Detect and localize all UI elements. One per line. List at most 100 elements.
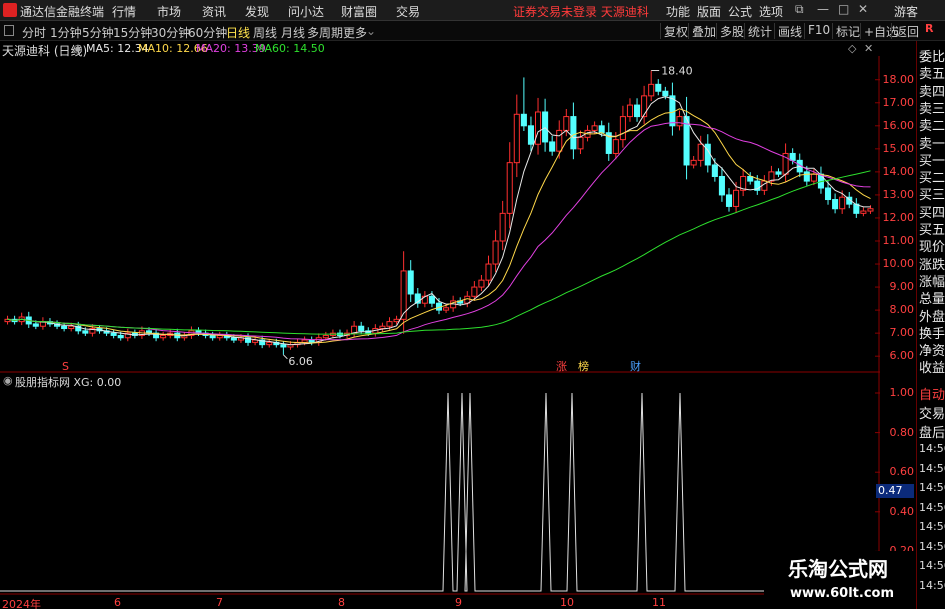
candle-body bbox=[563, 116, 570, 131]
price-tick-label: 10.00 bbox=[882, 257, 915, 271]
quote-label: 卖一 bbox=[919, 136, 945, 152]
quote-label: 涨幅 bbox=[919, 274, 945, 290]
period-more[interactable]: 更多 bbox=[343, 24, 367, 41]
tool-diejia[interactable]: 叠加 bbox=[688, 23, 716, 39]
indicator-settings-icon[interactable]: ◉ bbox=[3, 374, 13, 387]
tool-fanhui[interactable]: 返回 bbox=[891, 23, 919, 39]
trade-tab-label[interactable]: 盘后 bbox=[919, 422, 945, 441]
tool-biaoji[interactable]: 标记 bbox=[832, 23, 860, 39]
quote-label: 现价 bbox=[919, 240, 945, 256]
candle-body bbox=[478, 279, 485, 288]
price-tick-label: 9.00 bbox=[889, 280, 915, 294]
r-badge[interactable]: R bbox=[925, 22, 933, 35]
period-60min[interactable]: 60分钟 bbox=[188, 24, 227, 41]
candle-body bbox=[648, 83, 655, 97]
candle-body bbox=[556, 129, 563, 152]
restore-icon[interactable]: ⧉ bbox=[795, 2, 804, 17]
period-15min[interactable]: 15分钟 bbox=[113, 24, 152, 41]
candle-body bbox=[534, 111, 542, 145]
period-multi[interactable]: 多周期 bbox=[307, 24, 343, 41]
menu-xuanxiang[interactable]: 选项 bbox=[759, 3, 783, 20]
app-name: 通达信金融终端 bbox=[20, 5, 105, 19]
menu-caifuquan[interactable]: 财富圈 bbox=[341, 3, 377, 20]
indicator-tick-label: 1.00 bbox=[889, 386, 915, 399]
candle-body bbox=[216, 334, 223, 339]
candle-body bbox=[301, 339, 308, 343]
menu-hangqing[interactable]: 行情 bbox=[112, 3, 136, 20]
menu-wenxiaoda[interactable]: 问小达 bbox=[288, 3, 324, 20]
candlestick-chart[interactable]: 18.40 6.06 S 涨榜 财 bbox=[0, 56, 880, 373]
candle-body bbox=[513, 113, 520, 164]
quote-label: 总量 bbox=[919, 292, 945, 308]
candle-body bbox=[280, 344, 287, 348]
menu-shichang[interactable]: 市场 bbox=[157, 3, 181, 20]
low-marker-label: 6.06 bbox=[288, 355, 313, 368]
quote-label: 收益 bbox=[919, 361, 945, 377]
candle-body bbox=[485, 263, 492, 281]
settings-circle-icon[interactable]: ◉ bbox=[73, 42, 83, 55]
minimize-icon[interactable]: — bbox=[817, 2, 829, 16]
candle-body bbox=[160, 334, 167, 339]
candle-body bbox=[725, 194, 733, 207]
quote-label: 外盘 bbox=[919, 309, 945, 325]
period-1min[interactable]: 1分钟 bbox=[50, 24, 82, 41]
title-bar: 通达信金融终端 行情 市场 资讯 发现 问小达 财富圈 交易 证券交易未登录 天… bbox=[0, 0, 945, 21]
indicator-tick-label: 0.40 bbox=[889, 504, 915, 518]
candle-body bbox=[110, 332, 117, 336]
quote-label: 卖三 bbox=[919, 101, 945, 117]
tool-tongji[interactable]: 统计 bbox=[744, 23, 772, 39]
trade-time: 14:56 bbox=[919, 442, 945, 455]
trade-tab-label[interactable]: 自动 bbox=[919, 384, 945, 403]
login-warning[interactable]: 证券交易未登录 天源迪科 bbox=[513, 3, 649, 20]
watermark-logo: 乐淘公式网 www.60lt.com bbox=[764, 551, 916, 609]
close-icon[interactable]: ✕ bbox=[858, 2, 868, 16]
tool-fuquan[interactable]: 复权 bbox=[660, 23, 688, 39]
watermark-title: 乐淘公式网 bbox=[788, 557, 888, 581]
candle-body bbox=[662, 90, 669, 97]
tool-f10[interactable]: F10 bbox=[804, 23, 830, 39]
price-tick-label: 16.00 bbox=[882, 118, 915, 132]
tool-duogu[interactable]: 多股 bbox=[716, 23, 744, 39]
event-mark: 榜 bbox=[578, 359, 589, 373]
close-panel-icon[interactable]: ✕ bbox=[864, 42, 873, 55]
trade-tab-label[interactable]: 交易 bbox=[919, 403, 945, 422]
candle-body bbox=[379, 325, 386, 330]
indicator-chart[interactable] bbox=[0, 373, 880, 595]
period-30min[interactable]: 30分钟 bbox=[151, 24, 190, 41]
price-tick-label: 12.00 bbox=[882, 210, 915, 224]
period-5min[interactable]: 5分钟 bbox=[82, 24, 114, 41]
diamond-icon[interactable]: ◇ bbox=[848, 42, 856, 55]
period-daily[interactable]: 日线 bbox=[226, 24, 250, 41]
quote-label: 卖二 bbox=[919, 119, 945, 135]
candle-body bbox=[810, 173, 817, 182]
candle-body bbox=[471, 286, 478, 297]
menu-banmian[interactable]: 版面 bbox=[697, 3, 721, 20]
candle-body bbox=[32, 323, 39, 327]
period-fenshi[interactable]: 分时 bbox=[22, 24, 46, 41]
chevron-down-icon[interactable]: ⌄ bbox=[366, 24, 376, 38]
period-monthly[interactable]: 月线 bbox=[281, 24, 305, 41]
indicator-tick-label: 0.80 bbox=[889, 425, 915, 439]
panel-toggle-icon[interactable] bbox=[4, 25, 14, 36]
candle-body bbox=[733, 189, 740, 207]
guest-user[interactable]: 游客 bbox=[894, 3, 918, 20]
candle-body bbox=[82, 330, 89, 334]
candle-body bbox=[711, 164, 718, 177]
date-tick-label: 10 bbox=[560, 596, 574, 609]
price-tick-label: 18.00 bbox=[882, 72, 915, 86]
menu-gongneng[interactable]: 功能 bbox=[666, 3, 690, 20]
candle-body bbox=[860, 210, 867, 214]
menu-zixun[interactable]: 资讯 bbox=[202, 3, 226, 20]
candle-body bbox=[230, 337, 237, 341]
period-weekly[interactable]: 周线 bbox=[253, 24, 277, 41]
quote-label: 净资 bbox=[919, 344, 945, 360]
ma60-label: MA60: 14.50 bbox=[255, 42, 325, 55]
low-marker-line bbox=[283, 354, 288, 360]
maximize-icon[interactable]: □ bbox=[838, 2, 849, 16]
price-tick-label: 11.00 bbox=[882, 233, 915, 247]
menu-jiaoyi[interactable]: 交易 bbox=[396, 3, 420, 20]
menu-gongshi[interactable]: 公式 bbox=[728, 3, 752, 20]
menu-faxian[interactable]: 发现 bbox=[245, 3, 269, 20]
candle-body bbox=[443, 307, 450, 311]
tool-huaxian[interactable]: 画线 bbox=[774, 23, 802, 39]
